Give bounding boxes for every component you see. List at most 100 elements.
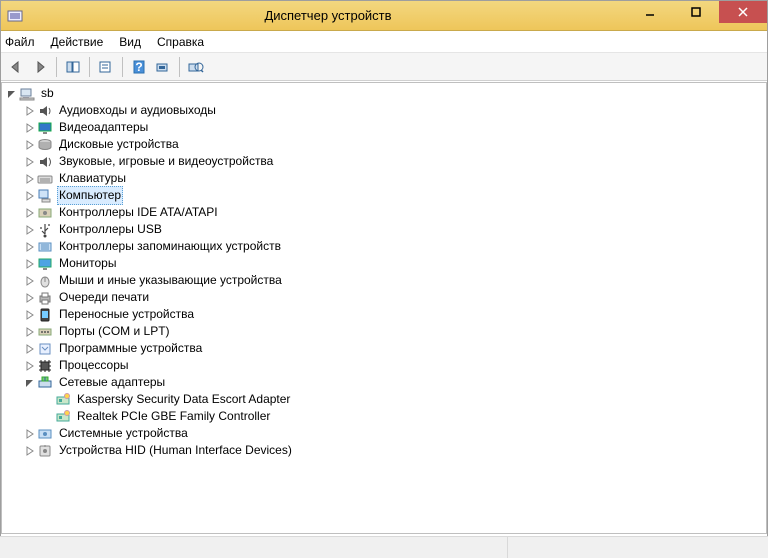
tree-item-label: Процессоры [57, 357, 131, 374]
network-icon [37, 375, 53, 391]
storage-icon [37, 239, 53, 255]
cpu-icon [37, 358, 53, 374]
expand-icon[interactable] [24, 326, 36, 338]
forward-button[interactable] [29, 56, 51, 78]
disk-icon [37, 137, 53, 153]
tree-item-label: sb [39, 85, 56, 102]
tree-item-label: Переносные устройства [57, 306, 196, 323]
close-button[interactable] [719, 1, 767, 23]
computer-icon [19, 86, 35, 102]
printer-icon [37, 290, 53, 306]
toolbar-separator [179, 57, 180, 77]
tree-item-label: Устройства HID (Human Interface Devices) [57, 442, 294, 459]
expand-icon[interactable] [24, 156, 36, 168]
tree-item-label: Kaspersky Security Data Escort Adapter [75, 391, 292, 408]
svg-text:?: ? [135, 60, 142, 74]
netadapter-icon [55, 409, 71, 425]
mouse-icon [37, 273, 53, 289]
tree-item[interactable]: Клавиатуры [2, 170, 766, 187]
expand-icon[interactable] [24, 224, 36, 236]
expand-icon[interactable] [24, 343, 36, 355]
help-button[interactable]: ? [128, 56, 150, 78]
tree-item-label: Контроллеры USB [57, 221, 164, 238]
tree-item[interactable]: Дисковые устройства [2, 136, 766, 153]
window-controls [627, 1, 767, 23]
tree-item-label: Мониторы [57, 255, 118, 272]
toolbar: ? [1, 53, 767, 81]
tree-item[interactable]: Мыши и иные указывающие устройства [2, 272, 766, 289]
tree-item[interactable]: Устройства HID (Human Interface Devices) [2, 442, 766, 459]
port-icon [37, 324, 53, 340]
expand-icon[interactable] [24, 190, 36, 202]
device-tree-pane[interactable]: sbАудиовходы и аудиовыходыВидеоадаптерыД… [1, 82, 767, 534]
tree-item[interactable]: Контроллеры USB [2, 221, 766, 238]
toolbar-separator [89, 57, 90, 77]
expand-icon[interactable] [24, 139, 36, 151]
back-button[interactable] [5, 56, 27, 78]
tree-item[interactable]: Realtek PCIe GBE Family Controller [2, 408, 766, 425]
tree-item[interactable]: Процессоры [2, 357, 766, 374]
twisty-spacer [42, 394, 54, 406]
tree-item[interactable]: Переносные устройства [2, 306, 766, 323]
app-icon [7, 8, 23, 24]
expand-icon[interactable] [24, 275, 36, 287]
status-pane-right [508, 537, 768, 558]
expand-icon[interactable] [24, 105, 36, 117]
tree-item[interactable]: Сетевые адаптеры [2, 374, 766, 391]
monitor-icon [37, 256, 53, 272]
show-hide-tree-button[interactable] [62, 56, 84, 78]
expand-icon[interactable] [24, 360, 36, 372]
tree-item[interactable]: Контроллеры запоминающих устройств [2, 238, 766, 255]
audio-icon [37, 103, 53, 119]
expand-icon[interactable] [24, 309, 36, 321]
tree-item[interactable]: Мониторы [2, 255, 766, 272]
toolbar-separator [122, 57, 123, 77]
collapse-icon[interactable] [6, 88, 18, 100]
tree-item[interactable]: Системные устройства [2, 425, 766, 442]
expand-icon[interactable] [24, 122, 36, 134]
menu-view[interactable]: Вид [119, 35, 141, 49]
tree-item[interactable]: Очереди печати [2, 289, 766, 306]
tree-item-label: Звуковые, игровые и видеоустройства [57, 153, 275, 170]
hid-icon [37, 443, 53, 459]
tree-item[interactable]: Программные устройства [2, 340, 766, 357]
collapse-icon[interactable] [24, 377, 36, 389]
expand-icon[interactable] [24, 241, 36, 253]
portable-icon [37, 307, 53, 323]
tree-item[interactable]: Порты (COM и LPT) [2, 323, 766, 340]
tree-item-label: Программные устройства [57, 340, 204, 357]
expand-icon[interactable] [24, 292, 36, 304]
keyboard-icon [37, 171, 53, 187]
expand-icon[interactable] [24, 173, 36, 185]
expand-icon[interactable] [24, 428, 36, 440]
tree-item[interactable]: Контроллеры IDE ATA/ATAPI [2, 204, 766, 221]
tree-item-label: Клавиатуры [57, 170, 128, 187]
menu-action[interactable]: Действие [51, 35, 104, 49]
minimize-button[interactable] [627, 1, 673, 23]
expand-icon[interactable] [24, 445, 36, 457]
window-title: Диспетчер устройств [29, 8, 627, 23]
tree-item-label: Контроллеры IDE ATA/ATAPI [57, 204, 220, 221]
properties-button[interactable] [95, 56, 117, 78]
menu-file[interactable]: Файл [5, 35, 35, 49]
expand-icon[interactable] [24, 207, 36, 219]
tree-item[interactable]: Kaspersky Security Data Escort Adapter [2, 391, 766, 408]
tree-item-label: Дисковые устройства [57, 136, 181, 153]
menu-help[interactable]: Справка [157, 35, 204, 49]
status-pane-left [0, 537, 508, 558]
expand-icon[interactable] [24, 258, 36, 270]
tree-item-label: Очереди печати [57, 289, 151, 306]
tree-item-label: Аудиовходы и аудиовыходы [57, 102, 218, 119]
tree-item[interactable]: Компьютер [2, 187, 766, 204]
tree-item[interactable]: Аудиовходы и аудиовыходы [2, 102, 766, 119]
scan-changes-button[interactable] [185, 56, 207, 78]
tree-item-label: Realtek PCIe GBE Family Controller [75, 408, 272, 425]
software-icon [37, 341, 53, 357]
scan-hardware-button[interactable] [152, 56, 174, 78]
statusbar [0, 536, 768, 558]
tree-item-label: Компьютер [57, 186, 123, 205]
tree-item[interactable]: Видеоадаптеры [2, 119, 766, 136]
tree-item[interactable]: Звуковые, игровые и видеоустройства [2, 153, 766, 170]
maximize-button[interactable] [673, 1, 719, 23]
tree-item[interactable]: sb [2, 85, 766, 102]
